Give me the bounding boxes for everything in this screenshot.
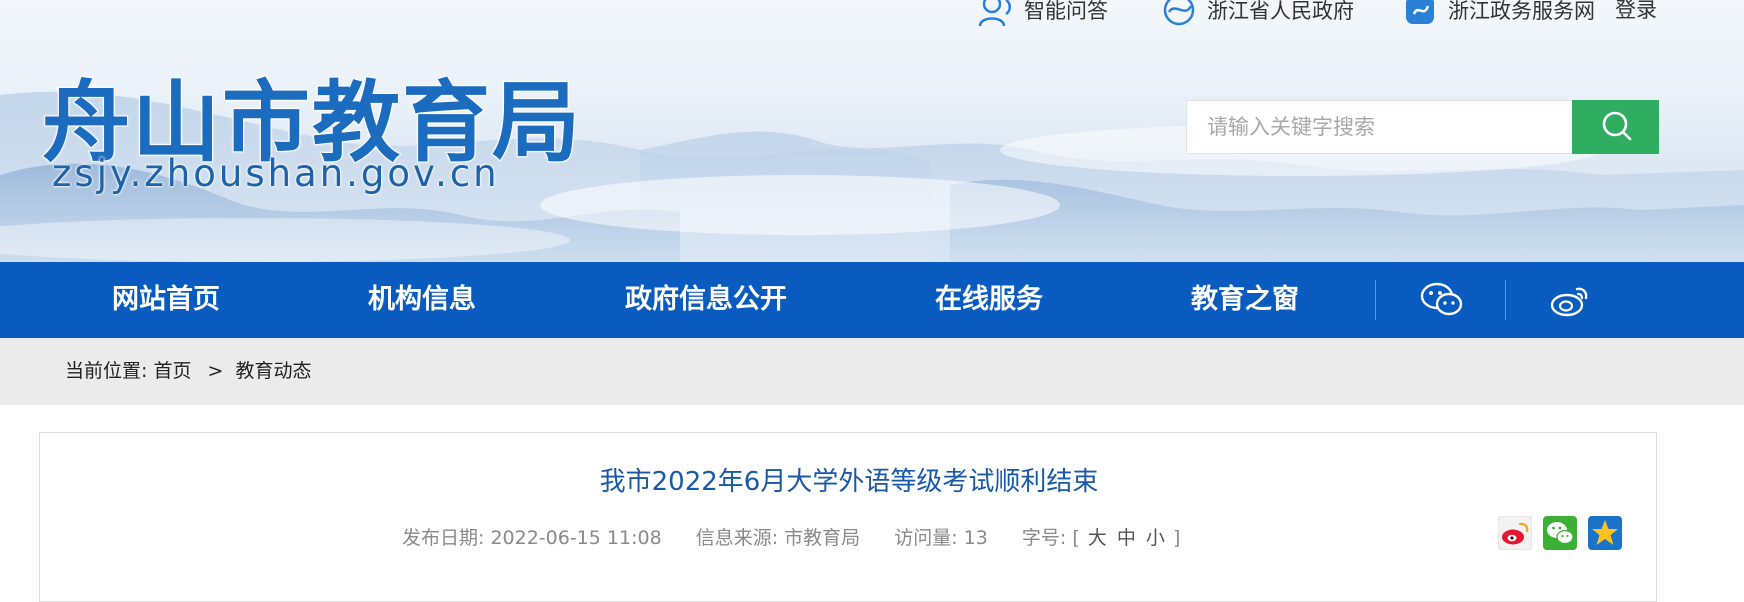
top-link-smart-qa-label: 智能问答: [1024, 0, 1108, 23]
top-link-zhejiang-service-label: 浙江政务服务网: [1448, 0, 1595, 23]
font-size-large[interactable]: 大: [1088, 527, 1107, 549]
top-links: 智能问答 浙江省人民政府 浙江政务服务网 登录: [0, 0, 1744, 27]
nav-divider: [1505, 280, 1506, 320]
search-input[interactable]: [1186, 100, 1572, 154]
user-qa-icon: [978, 0, 1016, 27]
breadcrumb-home[interactable]: 首页: [153, 360, 191, 382]
nav-home[interactable]: 网站首页: [112, 262, 220, 338]
breadcrumb-current[interactable]: 教育动态: [235, 360, 311, 382]
weibo-icon[interactable]: [1547, 276, 1595, 324]
font-size-medium[interactable]: 中: [1117, 527, 1136, 549]
top-link-smart-qa[interactable]: 智能问答: [978, 0, 1108, 27]
breadcrumb-prefix: 当前位置:: [65, 360, 148, 382]
info-source: 信息来源: 市教育局: [695, 527, 861, 549]
nav-online-service[interactable]: 在线服务: [935, 262, 1043, 338]
article-panel: 我市2022年6月大学外语等级考试顺利结束 发布日期: 2022-06-15 1…: [39, 432, 1657, 602]
nav-gov-info-disclosure[interactable]: 政府信息公开: [625, 262, 787, 338]
search-button[interactable]: [1572, 100, 1659, 154]
font-size-close: ]: [1172, 527, 1181, 549]
qzone-share-icon[interactable]: [1588, 516, 1622, 550]
top-link-zhejiang-gov-label: 浙江省人民政府: [1207, 0, 1354, 23]
zhejiang-service-icon: [1402, 0, 1440, 26]
login-link[interactable]: 登录: [1615, 0, 1657, 24]
search-box: [1186, 100, 1659, 154]
breadcrumb-bar: 当前位置: 首页 > 教育动态: [0, 338, 1744, 405]
nav-organization[interactable]: 机构信息: [368, 262, 476, 338]
nav-divider: [1375, 280, 1376, 320]
visit-count: 访问量: 13: [894, 527, 988, 549]
weibo-share-icon[interactable]: [1497, 515, 1533, 551]
zhejiang-gov-icon: [1161, 0, 1199, 26]
nav-education-window[interactable]: 教育之窗: [1191, 262, 1299, 338]
site-domain: zsjy.zhoushan.gov.cn: [52, 152, 500, 195]
top-link-zhejiang-service[interactable]: 浙江政务服务网: [1402, 0, 1595, 26]
top-link-zhejiang-gov[interactable]: 浙江省人民政府: [1161, 0, 1354, 26]
font-size-label: 字号: [: [1021, 527, 1080, 549]
breadcrumb: 当前位置: 首页 > 教育动态: [65, 338, 312, 405]
wechat-share-icon[interactable]: [1543, 516, 1577, 550]
search-icon: [1599, 109, 1633, 146]
breadcrumb-separator: >: [207, 360, 224, 382]
publish-date: 发布日期: 2022-06-15 11:08: [402, 527, 662, 549]
login-label: 登录: [1615, 0, 1657, 22]
wechat-icon[interactable]: [1418, 276, 1466, 324]
main-nav: 网站首页 机构信息 政府信息公开 在线服务 教育之窗: [0, 262, 1744, 338]
font-size-small[interactable]: 小: [1146, 527, 1165, 549]
header-banner: 智能问答 浙江省人民政府 浙江政务服务网 登录 舟山市教育局 zsjy.zhou…: [0, 0, 1744, 262]
article-meta: 发布日期: 2022-06-15 11:08 信息来源: 市教育局 访问量: 1…: [402, 523, 1180, 550]
article-title: 我市2022年6月大学外语等级考试顺利结束: [599, 467, 1099, 497]
